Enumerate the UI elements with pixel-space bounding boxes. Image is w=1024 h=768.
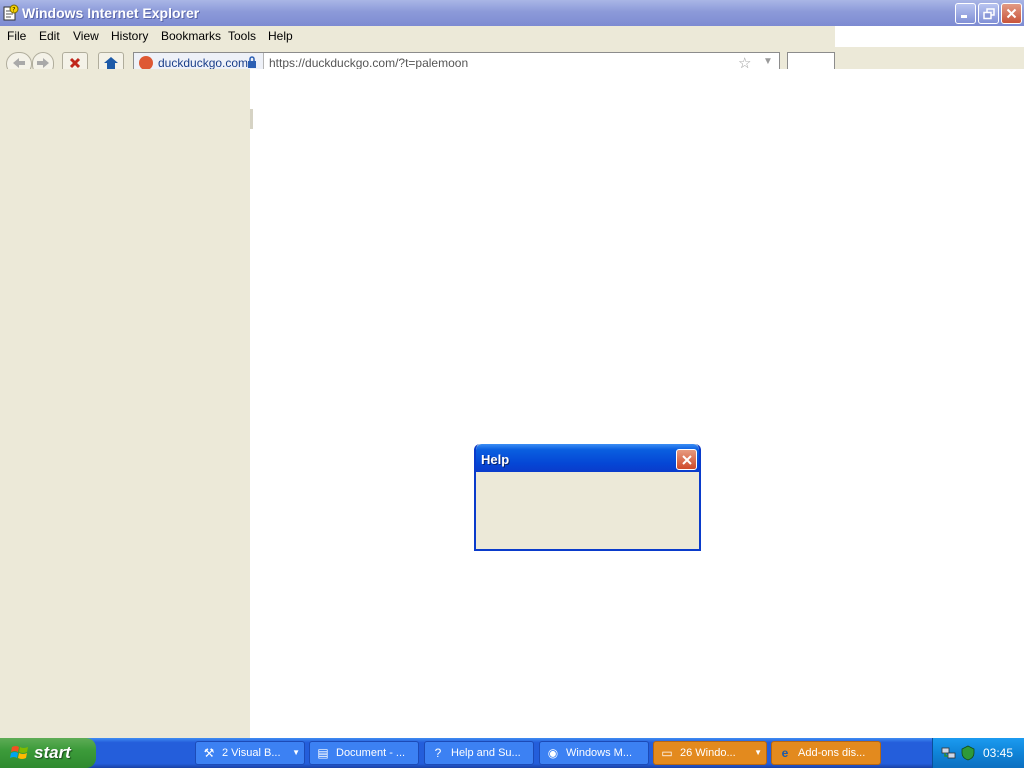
taskbar-button-visual-basic[interactable]: ⚒ 2 Visual B... ▼ bbox=[195, 741, 305, 765]
taskbar-button-document[interactable]: ▤ Document - ... bbox=[309, 741, 419, 765]
menu-tools[interactable]: Tools bbox=[228, 29, 256, 43]
site-identity-label: duckduckgo.com bbox=[158, 56, 249, 69]
window-title: Windows Internet Explorer bbox=[22, 5, 200, 21]
menu-history[interactable]: History bbox=[111, 29, 148, 43]
close-window-button[interactable] bbox=[1001, 3, 1022, 24]
home-icon bbox=[104, 57, 118, 69]
navigation-toolbar: duckduckgo.com https://duckduckgo.com/?t… bbox=[0, 47, 1024, 69]
folder-icon: ▭ bbox=[661, 746, 673, 760]
window-titlebar[interactable]: ? Windows Internet Explorer bbox=[0, 0, 1024, 26]
taskbar-button-label: Add-ons dis... bbox=[798, 747, 866, 759]
menu-file[interactable]: File bbox=[7, 29, 26, 43]
dialog-body bbox=[476, 472, 699, 549]
taskbar-button-addons[interactable]: e Add-ons dis... bbox=[771, 741, 881, 765]
visual-basic-icon: ⚒ bbox=[203, 746, 215, 760]
address-bar[interactable]: duckduckgo.com https://duckduckgo.com/?t… bbox=[133, 52, 780, 69]
group-dropdown-icon: ▼ bbox=[292, 748, 300, 757]
stop-button[interactable] bbox=[62, 52, 88, 69]
start-button[interactable]: start bbox=[0, 738, 96, 768]
clock[interactable]: 03:45 bbox=[983, 746, 1013, 760]
forward-arrow-icon bbox=[37, 58, 49, 68]
notepad-icon: ▤ bbox=[317, 746, 329, 760]
taskbar-button-label: 2 Visual B... bbox=[222, 747, 281, 759]
duckduckgo-favicon-icon bbox=[139, 56, 153, 69]
menu-bookmarks[interactable]: Bookmarks bbox=[161, 29, 221, 43]
menu-edit[interactable]: Edit bbox=[39, 29, 60, 43]
group-dropdown-icon: ▼ bbox=[754, 748, 762, 757]
back-button[interactable] bbox=[6, 52, 32, 69]
taskbar-button-label: Help and Su... bbox=[451, 747, 521, 759]
url-dropdown-icon[interactable]: ▼ bbox=[763, 56, 773, 67]
minimize-button[interactable] bbox=[955, 3, 976, 24]
system-tray: 03:45 bbox=[932, 738, 1024, 768]
back-arrow-icon bbox=[13, 58, 25, 68]
page-content[interactable] bbox=[250, 69, 1024, 738]
start-label: start bbox=[34, 743, 71, 762]
url-text[interactable]: https://duckduckgo.com/?t=palemoon bbox=[269, 56, 468, 69]
site-identity-button[interactable]: duckduckgo.com bbox=[134, 53, 264, 69]
ie-icon: e bbox=[781, 746, 789, 760]
menu-bar: File Edit View History Bookmarks Tools H… bbox=[0, 26, 835, 47]
dialog-titlebar[interactable]: Help bbox=[476, 444, 699, 472]
forward-button[interactable] bbox=[32, 52, 54, 69]
help-dialog[interactable]: Help bbox=[474, 444, 701, 551]
dialog-title: Help bbox=[481, 452, 510, 467]
close-icon bbox=[681, 454, 692, 465]
network-icon[interactable] bbox=[941, 745, 957, 761]
menu-help[interactable]: Help bbox=[268, 29, 293, 43]
taskbar-button-label: Document - ... bbox=[336, 747, 406, 759]
minimize-icon bbox=[961, 15, 967, 18]
taskbar: start ⚒ 2 Visual B... ▼ ▤ Document - ...… bbox=[0, 738, 1024, 768]
taskbar-button-help-support[interactable]: ? Help and Su... bbox=[424, 741, 534, 765]
home-button[interactable] bbox=[98, 52, 124, 69]
sidebar-panel bbox=[0, 69, 250, 738]
splitter-handle[interactable] bbox=[250, 109, 253, 129]
taskbar-button-windows-folders[interactable]: ▭ 26 Windo... ▼ bbox=[653, 741, 767, 765]
taskbar-button-label: Windows M... bbox=[566, 747, 633, 759]
bookmark-star-icon[interactable]: ☆ bbox=[738, 54, 751, 69]
windows-flag-icon bbox=[10, 746, 28, 759]
dialog-close-button[interactable] bbox=[676, 449, 697, 470]
search-input[interactable] bbox=[787, 52, 835, 69]
security-shield-icon[interactable] bbox=[960, 745, 976, 761]
close-icon bbox=[1006, 8, 1017, 19]
restore-button[interactable] bbox=[978, 3, 999, 24]
help-icon: ? bbox=[434, 746, 442, 760]
restore-icon bbox=[982, 7, 995, 19]
ie-logo-icon: ? bbox=[3, 4, 19, 21]
media-player-icon: ◉ bbox=[547, 746, 559, 760]
svg-text:?: ? bbox=[12, 7, 15, 14]
taskbar-button-label: 26 Windo... bbox=[680, 747, 736, 759]
menu-view[interactable]: View bbox=[73, 29, 99, 43]
taskbar-button-windows-media[interactable]: ◉ Windows M... bbox=[539, 741, 649, 765]
stop-x-icon bbox=[69, 57, 81, 69]
lock-icon bbox=[248, 56, 256, 68]
